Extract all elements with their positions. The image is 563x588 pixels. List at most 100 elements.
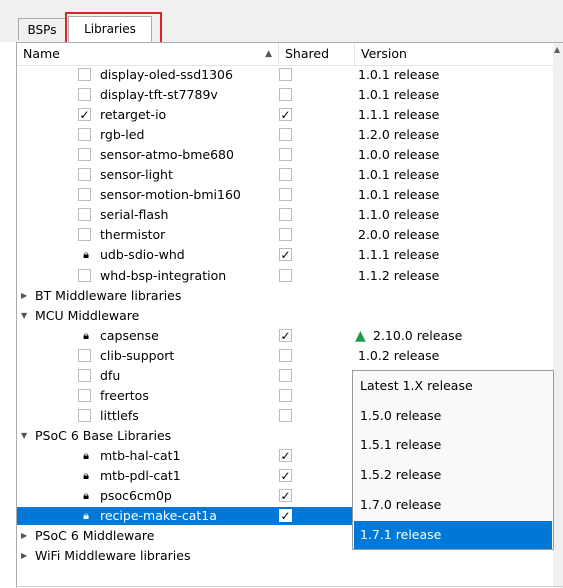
- version-value[interactable]: 1.0.2 release: [358, 347, 439, 365]
- version-value[interactable]: 1.0.1 release: [358, 66, 439, 84]
- shared-checkbox[interactable]: ✓: [279, 509, 292, 523]
- shared-checkbox[interactable]: [279, 408, 292, 422]
- table-row[interactable]: clib-support 1.0.2 release: [17, 347, 553, 365]
- table-row[interactable]: thermistor 2.0.0 release: [17, 226, 553, 244]
- shared-checkbox[interactable]: ✓: [279, 328, 292, 342]
- library-name: mtb-pdl-cat1: [100, 468, 181, 483]
- column-header-name[interactable]: Name ▲: [17, 43, 279, 65]
- collapsed-caret-icon[interactable]: ▶: [21, 287, 27, 305]
- tree-group-row[interactable]: ▼ MCU Middleware: [17, 307, 553, 325]
- library-checkbox[interactable]: [78, 188, 91, 202]
- tab-bsps[interactable]: BSPs: [18, 18, 66, 40]
- locked-checkbox-icon: 🔒︎: [83, 469, 89, 482]
- library-checkbox[interactable]: [78, 68, 91, 81]
- version-value[interactable]: 1.1.2 release: [358, 267, 439, 285]
- column-header-shared[interactable]: Shared: [279, 43, 355, 65]
- locked-checkbox-icon: 🔒︎: [83, 248, 89, 262]
- library-checkbox[interactable]: [78, 268, 91, 282]
- shared-checkbox[interactable]: [279, 348, 292, 362]
- table-row[interactable]: sensor-light 1.0.1 release: [17, 166, 553, 184]
- table-row[interactable]: ✓ retarget-io ✓ 1.1.1 release: [17, 106, 553, 124]
- version-option[interactable]: 1.7.0 release: [354, 491, 552, 519]
- shared-checkbox[interactable]: [279, 128, 292, 142]
- library-checkbox[interactable]: [78, 148, 91, 162]
- library-checkbox[interactable]: [78, 228, 91, 242]
- collapsed-caret-icon[interactable]: ▶: [21, 527, 27, 545]
- table-row[interactable]: 🔒︎ udb-sdio-whd ✓ 1.1.1 release: [17, 246, 553, 264]
- library-checkbox[interactable]: [78, 208, 91, 222]
- library-checkbox[interactable]: [78, 168, 91, 182]
- shared-checkbox[interactable]: [279, 88, 292, 102]
- shared-checkbox[interactable]: [279, 228, 292, 242]
- library-checkbox[interactable]: [78, 88, 91, 102]
- library-name: display-tft-st7789v: [100, 87, 218, 103]
- version-option[interactable]: 1.5.1 release: [354, 431, 552, 459]
- shared-checkbox[interactable]: [279, 68, 292, 81]
- tree-group-row[interactable]: ▶ BT Middleware libraries: [17, 287, 553, 305]
- expanded-caret-icon[interactable]: ▼: [21, 307, 27, 325]
- shared-checkbox[interactable]: ✓: [279, 489, 292, 503]
- expanded-caret-icon[interactable]: ▼: [21, 427, 27, 445]
- table-row[interactable]: serial-flash 1.1.0 release: [17, 206, 553, 224]
- library-checkbox[interactable]: [78, 368, 91, 382]
- library-name: retarget-io: [100, 107, 167, 123]
- table-row[interactable]: display-tft-st7789v 1.0.1 release: [17, 86, 553, 104]
- version-option[interactable]: Latest 1.X release: [354, 372, 552, 400]
- table-row[interactable]: display-oled-ssd1306 1.0.1 release: [17, 66, 553, 84]
- shared-checkbox[interactable]: [279, 368, 292, 382]
- version-option[interactable]: 1.7.1 release: [354, 520, 552, 549]
- locked-checkbox-icon: 🔒︎: [83, 448, 89, 462]
- library-name: whd-bsp-integration: [100, 267, 227, 283]
- shared-checkbox[interactable]: ✓: [279, 448, 292, 462]
- version-value[interactable]: 1.0.1 release: [358, 186, 439, 204]
- column-shared-label: Shared: [285, 46, 330, 61]
- version-value[interactable]: 1.2.0 release: [358, 126, 439, 144]
- scroll-up-icon[interactable]: ▲: [554, 45, 560, 54]
- shared-checkbox[interactable]: ✓: [279, 248, 292, 262]
- version-value[interactable]: 1.1.0 release: [358, 206, 439, 224]
- table-row[interactable]: whd-bsp-integration 1.1.2 release: [17, 267, 553, 285]
- shared-checkbox[interactable]: [279, 168, 292, 182]
- library-name: display-oled-ssd1306: [100, 67, 233, 82]
- version-option[interactable]: 1.5.2 release: [354, 461, 552, 489]
- shared-checkbox[interactable]: [279, 188, 292, 202]
- library-name: littlefs: [100, 407, 139, 423]
- version-value[interactable]: 1.1.1 release: [358, 246, 439, 264]
- shared-checkbox[interactable]: ✓: [279, 469, 292, 482]
- library-checkbox[interactable]: ✓: [78, 108, 91, 122]
- table-row[interactable]: sensor-motion-bmi160 1.0.1 release: [17, 186, 553, 204]
- library-checkbox[interactable]: [78, 408, 91, 422]
- tree-header: Name ▲ Shared Version: [17, 43, 553, 66]
- group-label: PSoC 6 Middleware: [35, 528, 155, 544]
- column-header-version[interactable]: Version: [355, 43, 553, 65]
- shared-checkbox[interactable]: [279, 388, 292, 402]
- version-value[interactable]: 1.0.1 release: [358, 86, 439, 104]
- collapsed-caret-icon[interactable]: ▶: [21, 547, 27, 565]
- locked-checkbox-icon: 🔒︎: [83, 509, 89, 523]
- column-name-label: Name: [23, 46, 60, 61]
- version-value[interactable]: 2.0.0 release: [358, 226, 439, 244]
- vertical-scrollbar[interactable]: ▲: [553, 43, 563, 588]
- shared-checkbox[interactable]: ✓: [279, 108, 292, 122]
- library-checkbox[interactable]: [78, 388, 91, 402]
- shared-checkbox[interactable]: [279, 208, 292, 222]
- version-value[interactable]: 1.0.0 release: [358, 146, 439, 164]
- library-checkbox[interactable]: [78, 128, 91, 142]
- library-name: psoc6cm0p: [100, 488, 172, 504]
- version-value[interactable]: 1.1.1 release: [358, 106, 439, 124]
- table-row[interactable]: rgb-led 1.2.0 release: [17, 126, 553, 144]
- table-row[interactable]: sensor-atmo-bme680 1.0.0 release: [17, 146, 553, 164]
- library-checkbox[interactable]: [78, 348, 91, 362]
- shared-checkbox[interactable]: [279, 148, 292, 162]
- version-value[interactable]: 2.10.0 release: [373, 327, 462, 345]
- shared-checkbox[interactable]: [279, 268, 292, 282]
- version-option[interactable]: 1.5.0 release: [354, 402, 552, 430]
- version-dropdown[interactable]: Latest 1.X release 1.5.0 release 1.5.1 rel…: [352, 370, 554, 550]
- version-value[interactable]: 1.0.1 release: [358, 166, 439, 184]
- sort-ascending-icon: ▲: [265, 49, 272, 59]
- tab-highlight-box: [65, 12, 162, 44]
- table-row[interactable]: 🔒︎ capsense ✓ ▲ 2.10.0 release: [17, 327, 553, 345]
- library-name: thermistor: [100, 227, 166, 243]
- column-version-label: Version: [361, 46, 407, 61]
- library-name: udb-sdio-whd: [100, 247, 185, 263]
